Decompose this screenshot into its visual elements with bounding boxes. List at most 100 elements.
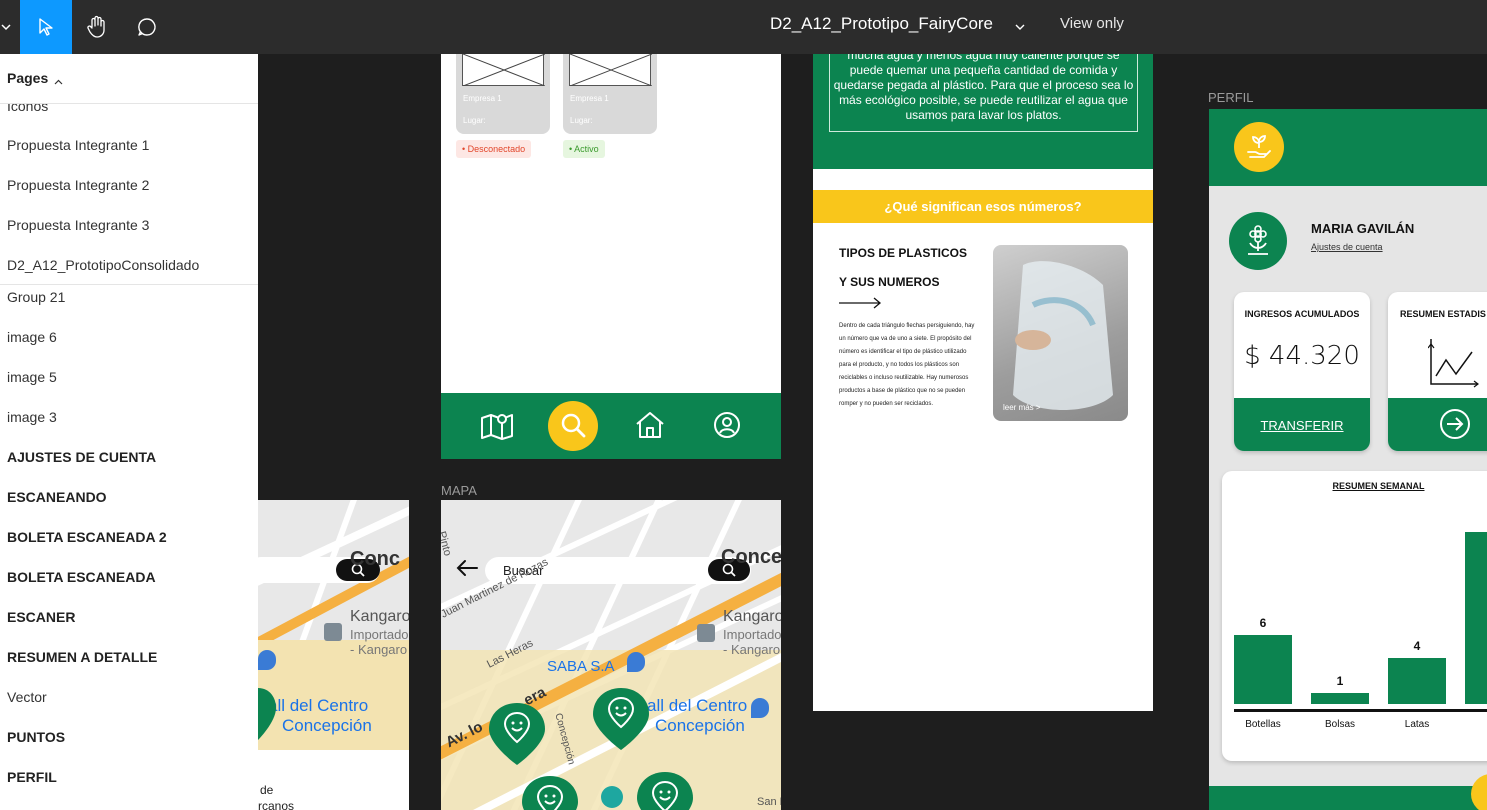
chart-bar xyxy=(1388,658,1446,704)
user-name: MARIA GAVILÁN xyxy=(1311,221,1415,236)
layer-item-frame[interactable]: PERFIL xyxy=(7,769,57,785)
view-only-label: View only xyxy=(1060,15,1124,32)
layer-item-frame[interactable]: BOLETA ESCANEADA 2 xyxy=(7,529,167,545)
layer-item-frame[interactable]: PUNTOS xyxy=(7,729,65,745)
income-card: INGRESOS ACUMULADOS $ 44.320 TRANSFERIR xyxy=(1234,292,1370,451)
transfer-footer: TRANSFERIR xyxy=(1234,398,1370,451)
account-settings-link[interactable]: Ajustes de cuenta xyxy=(1311,242,1383,252)
map-place-label: all del Centro xyxy=(268,696,369,715)
map-place-label: Concepción xyxy=(655,716,745,735)
recycle-point-pin-icon[interactable] xyxy=(489,703,545,765)
info-frame[interactable]: mucha agua y menos agua muy caliente por… xyxy=(813,54,1153,711)
map-place-sublabel: Importado xyxy=(723,627,781,642)
page-item[interactable]: Propuesta Integrante 3 xyxy=(7,217,149,233)
chart-baseline xyxy=(1234,709,1487,712)
section-title: Y SUS NUMEROS xyxy=(839,275,940,289)
street-label: Pinto xyxy=(441,530,454,558)
comment-icon[interactable] xyxy=(122,0,172,54)
map-frame[interactable]: Buscar Conce Kangaro Importado - Kangaro… xyxy=(441,500,781,810)
map-place-label: Concepción xyxy=(282,716,372,735)
layer-item[interactable]: image 3 xyxy=(7,409,57,425)
recycle-point-pin-icon[interactable] xyxy=(637,772,693,810)
page-item[interactable]: Propuesta Integrante 1 xyxy=(7,137,149,153)
page-item[interactable]: Propuesta Integrante 2 xyxy=(7,177,149,193)
chevron-up-icon[interactable] xyxy=(54,73,63,91)
chart-value-label: 1 xyxy=(1336,673,1344,688)
move-tool-icon[interactable] xyxy=(20,0,72,54)
profile-bottom-nav xyxy=(1209,774,1487,810)
document-title[interactable]: D2_A12_Prototipo_FairyCore xyxy=(770,0,993,48)
company-card[interactable]: Empresa 1 Lugar: xyxy=(563,54,657,134)
question-banner: ¿Qué significan esos números? xyxy=(813,190,1153,223)
layer-item-frame[interactable]: ESCANEANDO xyxy=(7,489,107,505)
shopping-pin-icon xyxy=(258,650,276,670)
weekly-bar-chart: 6 Botellas 1 Bolsas 4 Latas Pla xyxy=(1222,471,1487,761)
map-icon[interactable] xyxy=(477,405,517,445)
hand-tool-icon[interactable] xyxy=(72,0,122,54)
page-item[interactable]: Iconos xyxy=(7,104,48,114)
frame-label-profile: PERFIL xyxy=(1208,90,1254,105)
store-pin-icon xyxy=(697,624,715,642)
image-placeholder xyxy=(462,54,546,87)
layer-item[interactable]: Group 21 xyxy=(7,289,65,305)
nav-search-button[interactable] xyxy=(1471,774,1487,810)
map-snippet-text: rcanos xyxy=(258,799,295,810)
home-icon[interactable] xyxy=(630,405,670,445)
income-amount: $ 44.320 xyxy=(1244,341,1360,371)
avatar-flower-icon[interactable] xyxy=(1229,212,1287,270)
chart-value-label: 4 xyxy=(1413,639,1421,653)
chart-category-label: Latas xyxy=(1404,719,1430,730)
poi-pin-icon xyxy=(601,786,623,808)
page-item[interactable]: D2_A12_PrototipoConsolidado xyxy=(7,257,199,273)
top-toolbar: D2_A12_Prototipo_FairyCore View only xyxy=(0,0,1487,54)
layer-item-frame[interactable]: RESUMEN A DETALLE xyxy=(7,649,157,665)
map-place-label: Kangaro xyxy=(350,608,409,625)
chart-bar xyxy=(1234,635,1292,704)
map-place-sublabel: - Kangaro xyxy=(723,642,781,657)
stats-summary-card: RESUMEN ESTADIS xyxy=(1388,292,1487,451)
map-snippet-text: de xyxy=(260,783,274,797)
intro-text: mucha agua y menos agua muy caliente por… xyxy=(833,54,1134,122)
weekly-summary-card: RESUMEN SEMANAL 6Botellas1Bolsas4LatasPl… xyxy=(1222,471,1487,761)
types-text: Dentro de cada triángulo flechas persigu… xyxy=(839,323,975,407)
user-icon[interactable] xyxy=(707,405,747,445)
layer-item-frame[interactable]: BOLETA ESCANEADA xyxy=(7,569,156,585)
shopping-pin-icon xyxy=(627,652,645,672)
read-more-link[interactable]: leer más > xyxy=(1003,403,1041,412)
plastic-bottle-image[interactable]: leer más > xyxy=(993,245,1128,421)
map-frame-partial[interactable]: Conc Kangaro Importado - Kangaro all del… xyxy=(258,500,409,810)
main-menu-chevron-icon[interactable] xyxy=(0,0,12,54)
image-placeholder xyxy=(569,54,653,87)
page-list: Iconos Propuesta Integrante 1 Propuesta … xyxy=(0,104,258,285)
map-place-label: all del Centro xyxy=(647,696,748,715)
back-arrow-icon[interactable] xyxy=(455,558,479,583)
companies-frame[interactable]: Empresa 1 Lugar: • Desconectado Empresa … xyxy=(441,54,781,459)
arrow-right-circle-icon[interactable] xyxy=(1439,408,1471,445)
stats-title: RESUMEN ESTADIS xyxy=(1400,309,1486,319)
frame-label-map: MAPA xyxy=(441,483,477,498)
store-pin-icon xyxy=(324,623,342,641)
chart-bar xyxy=(1311,692,1369,704)
company-place: Lugar: xyxy=(570,116,593,125)
layer-item[interactable]: image 5 xyxy=(7,369,57,385)
section-title: TIPOS DE PLASTICOS xyxy=(839,246,968,260)
pages-header[interactable]: Pages xyxy=(0,54,258,104)
income-title: INGRESOS ACUMULADOS xyxy=(1244,309,1360,319)
document-menu-chevron-icon[interactable] xyxy=(1015,18,1025,36)
map-place-label: Kangaro xyxy=(723,608,781,625)
layer-item[interactable]: Vector xyxy=(7,689,47,705)
profile-frame[interactable]: MARIA GAVILÁN Ajustes de cuenta INGRESOS… xyxy=(1209,109,1487,810)
layer-item[interactable]: image 6 xyxy=(7,329,57,345)
search-icon[interactable] xyxy=(553,405,593,445)
company-card[interactable]: Empresa 1 Lugar: xyxy=(456,54,550,134)
recycle-point-pin-icon[interactable] xyxy=(258,688,276,742)
layer-item-frame[interactable]: ESCANER xyxy=(7,609,75,625)
plant-hand-logo-icon xyxy=(1234,122,1284,172)
layer-item-frame[interactable]: AJUSTES DE CUENTA xyxy=(7,449,156,465)
intro-panel: mucha agua y menos agua muy caliente por… xyxy=(813,54,1153,169)
transfer-button[interactable]: TRANSFERIR xyxy=(1234,418,1370,433)
map-place-sublabel: - Kangaro xyxy=(350,642,408,657)
status-badge: • Desconectado xyxy=(456,140,532,158)
recycle-point-pin-icon[interactable] xyxy=(593,688,649,750)
recycle-point-pin-icon[interactable] xyxy=(522,776,578,810)
